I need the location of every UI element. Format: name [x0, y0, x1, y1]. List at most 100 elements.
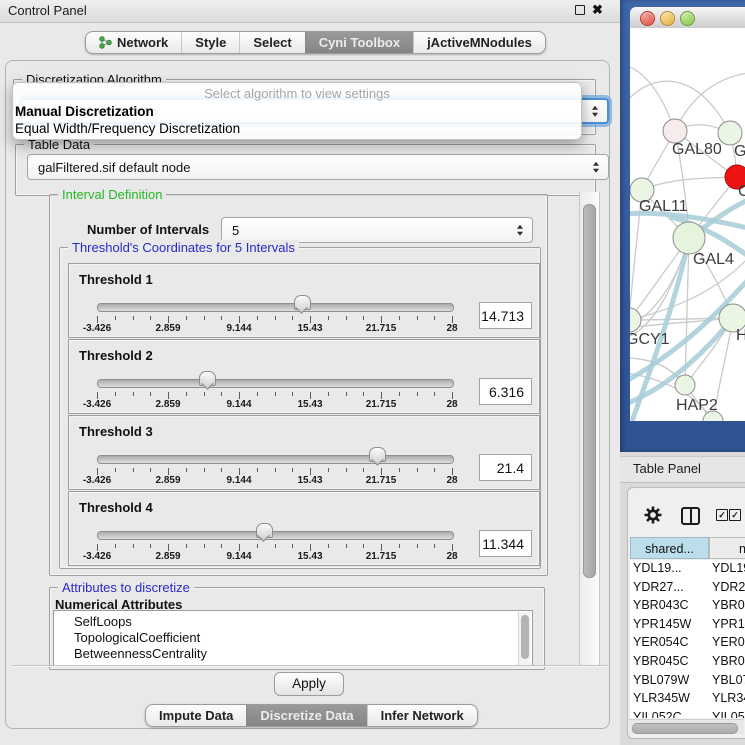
- control-panel-title: Control Panel: [8, 3, 87, 18]
- table-row[interactable]: YDL19...YDL19...: [630, 560, 745, 579]
- algorithm-option-equal-width-frequency-discretization[interactable]: Equal Width/Frequency Discretization: [15, 121, 240, 136]
- tab-label: Discretize Data: [260, 708, 353, 723]
- threshold-4-label: Threshold 4: [79, 500, 153, 515]
- list-scrollbar-thumb[interactable]: [521, 615, 529, 659]
- gcy1-node[interactable]: [630, 308, 641, 332]
- threshold-1-label: Threshold 1: [79, 272, 153, 287]
- minimize-traffic-light-icon[interactable]: [660, 11, 675, 26]
- settings-scrollbar[interactable]: [579, 192, 600, 665]
- tab-label: Impute Data: [159, 708, 233, 723]
- table-row[interactable]: YER054CYER054C: [630, 634, 745, 653]
- tick-label: 21.715: [366, 551, 397, 562]
- table-rows[interactable]: YDL19...YDL19...YDR27...YDR27...YBR043CY…: [630, 560, 745, 718]
- threshold-4-value-field[interactable]: 11.344: [479, 530, 532, 557]
- tab-network[interactable]: Network: [86, 32, 181, 53]
- tick-mark: [168, 316, 169, 323]
- tick-mark: [363, 468, 364, 472]
- threshold-3-value-field[interactable]: 21.4: [479, 454, 532, 481]
- table-horizontal-scrollbar[interactable]: [629, 719, 744, 734]
- combo-arrows-icon: [517, 225, 523, 236]
- table-row[interactable]: YBR045CYBR045C: [630, 653, 745, 672]
- threshold-3-slider-track[interactable]: [97, 455, 454, 464]
- tick-mark: [417, 392, 418, 396]
- threshold-2-slider-thumb[interactable]: [199, 371, 216, 386]
- tick-mark: [204, 544, 205, 548]
- table-row[interactable]: YBR043CYBR043C: [630, 597, 745, 616]
- table-row[interactable]: YIL052CYIL052C: [630, 709, 745, 718]
- checkbox-icon[interactable]: ✓: [729, 509, 741, 521]
- gal4-node[interactable]: [673, 222, 705, 254]
- gal80-node[interactable]: [663, 119, 687, 143]
- tab-discretize-data[interactable]: Discretize Data: [246, 705, 366, 726]
- tick-label: 9.144: [226, 399, 251, 410]
- threshold-2-label: Threshold 2: [79, 348, 153, 363]
- node-label-hap2: HAP2: [676, 397, 718, 414]
- column-header-name[interactable]: n: [709, 537, 745, 559]
- tick-mark: [292, 468, 293, 472]
- table-data-combobox[interactable]: galFiltered.sif default node: [27, 154, 609, 180]
- tick-mark: [239, 468, 240, 475]
- network-view-canvas[interactable]: GAL80GACGAL11GAL4GCY1HHAP2: [630, 28, 745, 421]
- threshold-2-slider-track[interactable]: [97, 379, 454, 388]
- algorithm-option-manual-discretization[interactable]: Manual Discretization: [15, 104, 154, 119]
- threshold-2-panel: Threshold 2-3.4262.8599.14415.4321.71528…: [68, 339, 540, 414]
- tab-select[interactable]: Select: [239, 32, 304, 53]
- threshold-2-value-field[interactable]: 6.316: [479, 378, 532, 405]
- threshold-1-slider-thumb[interactable]: [294, 295, 311, 310]
- tick-mark: [310, 392, 311, 399]
- tick-mark: [328, 468, 329, 472]
- cell-shared-name: YBL079W: [633, 673, 707, 687]
- float-window-icon[interactable]: [575, 5, 585, 15]
- network-window-titlebar[interactable]: [630, 7, 745, 29]
- tick-mark: [150, 392, 151, 396]
- table-row[interactable]: YLR345WYLR345W: [630, 690, 745, 709]
- list-scrollbar[interactable]: [518, 612, 531, 665]
- checkbox-icon[interactable]: ✓: [716, 509, 728, 521]
- tick-mark: [204, 316, 205, 320]
- combo-arrows-icon: [592, 106, 598, 117]
- threshold-4-slider-track[interactable]: [97, 531, 454, 540]
- close-icon[interactable]: ✖: [592, 2, 603, 18]
- tick-mark: [346, 544, 347, 548]
- tick-mark: [133, 392, 134, 396]
- algorithm-dropdown-popup: Select algorithm to view settings Manual…: [12, 82, 582, 140]
- columns-icon[interactable]: [681, 507, 700, 525]
- attributes-group-title: Attributes to discretize: [58, 580, 194, 595]
- threshold-4-slider-thumb[interactable]: [256, 523, 273, 538]
- cell-name: YPR145W: [712, 617, 745, 631]
- column-header-shared-name[interactable]: shared...: [630, 537, 709, 559]
- tick-mark: [310, 544, 311, 551]
- tick-mark: [381, 392, 382, 399]
- node-label-gcy1: GCY1: [630, 331, 670, 348]
- tick-mark: [115, 544, 116, 548]
- threshold-1-value-field[interactable]: 14.713: [479, 302, 532, 329]
- table-row[interactable]: YDR27...YDR27...: [630, 579, 745, 598]
- attribute-item-betweennesscentrality[interactable]: BetweennessCentrality: [74, 646, 207, 661]
- tick-mark: [328, 392, 329, 396]
- table-row[interactable]: YBL079WYBL079W: [630, 672, 745, 691]
- gear-icon[interactable]: [643, 505, 663, 525]
- threshold-3-slider-thumb[interactable]: [369, 447, 386, 462]
- tab-impute-data[interactable]: Impute Data: [146, 705, 246, 726]
- tick-label: 15.43: [297, 551, 322, 562]
- tick-label: 28: [446, 551, 457, 562]
- tab-cyni-toolbox[interactable]: Cyni Toolbox: [305, 32, 413, 53]
- hap2-node[interactable]: [675, 375, 695, 395]
- threshold-1-slider-track[interactable]: [97, 303, 454, 312]
- attribute-item-topologicalcoefficient[interactable]: TopologicalCoefficient: [74, 630, 200, 645]
- tick-mark: [328, 544, 329, 548]
- network-graph: GAL80GACGAL11GAL4GCY1HHAP2: [630, 28, 745, 421]
- table-hscrollbar-thumb[interactable]: [632, 723, 738, 734]
- close-traffic-light-icon[interactable]: [640, 11, 655, 26]
- zoom-traffic-light-icon[interactable]: [680, 11, 695, 26]
- attribute-item-selfloops[interactable]: SelfLoops: [74, 614, 132, 629]
- tab-jactivemnodules[interactable]: jActiveMNodules: [413, 32, 545, 53]
- apply-button[interactable]: Apply: [274, 672, 344, 696]
- numerical-attributes-list[interactable]: SelfLoopsTopologicalCoefficientBetweenne…: [53, 610, 533, 667]
- tab-infer-network[interactable]: Infer Network: [367, 705, 477, 726]
- tick-mark: [310, 468, 311, 475]
- table-row[interactable]: YPR145WYPR145W: [630, 616, 745, 635]
- tab-style[interactable]: Style: [181, 32, 239, 53]
- settings-scrollbar-thumb[interactable]: [583, 204, 596, 578]
- tick-mark: [239, 544, 240, 551]
